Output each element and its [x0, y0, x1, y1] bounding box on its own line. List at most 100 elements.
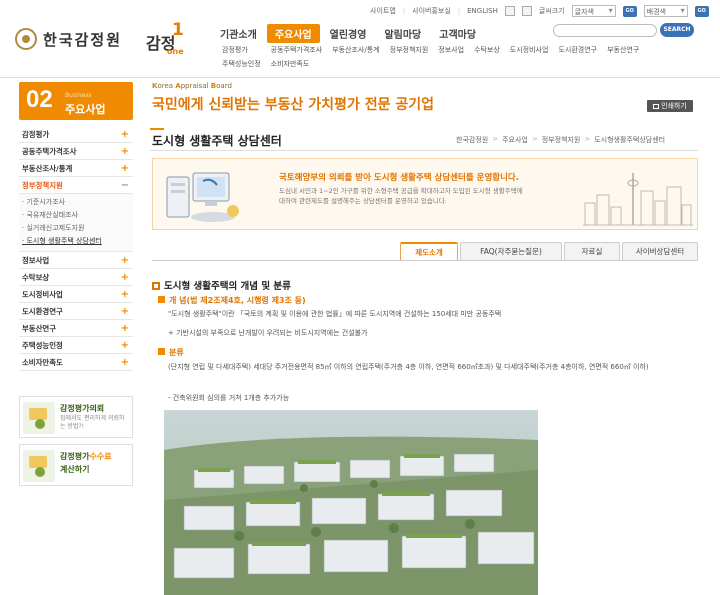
classification-heading-text: 분류	[169, 348, 184, 357]
tab-cyber-counseling[interactable]: 사이버상담센터	[622, 242, 698, 260]
lnb-item-policy-support[interactable]: 정부정책지원 −	[19, 177, 133, 194]
gnb-item-open-management[interactable]: 열린경영	[322, 24, 375, 43]
kab-logo[interactable]: 한국감정원	[15, 28, 122, 50]
lnb-label: 부동산연구	[22, 323, 56, 333]
subnav-item[interactable]: 수탁보상	[474, 45, 500, 69]
subnav-item[interactable]: 부동산연구	[607, 45, 639, 69]
plus-icon: +	[120, 322, 129, 334]
print-label: 인쇄하기	[661, 102, 687, 110]
util-link-cyber-pr[interactable]: 사이버홍보실	[412, 6, 451, 16]
tab-library[interactable]: 자료실	[564, 242, 620, 260]
en-word: orea	[157, 82, 176, 90]
lnb-item-realestate-research[interactable]: 부동산연구 +	[19, 320, 133, 337]
breadcrumb-item[interactable]: 한국감정원	[456, 135, 488, 145]
subnav-item[interactable]: 부동산조사/통계	[332, 45, 379, 69]
site-header: 한국감정원 감정 1 one 사이트맵 | 사이버홍보실 | ENGLISH 글…	[0, 0, 720, 78]
lnb-label: 도시환경연구	[22, 306, 63, 316]
section-header: 02 Business 주요사업	[19, 82, 133, 120]
intro-lead: 국토해양부의 의뢰를 받아 도시형 생활주택 상담센터를 운영합니다.	[279, 173, 519, 183]
square-bullet-icon	[152, 282, 160, 290]
font-decrease-icon[interactable]	[521, 6, 532, 16]
util-link-sitemap[interactable]: 사이트맵	[370, 6, 396, 16]
subnav-item[interactable]: 소비자만족도	[271, 59, 323, 69]
subnav-item[interactable]: 도시환경연구	[558, 45, 597, 69]
gnb-item-business[interactable]: 주요사업	[266, 24, 320, 43]
fee-calculator-banner[interactable]: 감정평가수수료 계산하기	[19, 444, 133, 486]
font-color-select[interactable]: 글자색	[571, 5, 616, 17]
search-input[interactable]	[553, 24, 657, 37]
plus-icon: +	[120, 339, 129, 351]
lnb-label: 정부정책지원	[22, 180, 63, 190]
gnb-item-notice[interactable]: 알림마당	[376, 24, 429, 43]
divider: |	[457, 7, 461, 15]
lnb-sub-item-active[interactable]: · 도시형 생활주택 상담센터	[22, 235, 133, 248]
breadcrumb-item-current: 도시형생활주택상담센터	[594, 136, 666, 144]
font-increase-icon[interactable]	[504, 6, 515, 16]
plus-icon: +	[120, 271, 129, 283]
subnav-item[interactable]: 주택성능인정	[222, 59, 261, 69]
banner-title: 감정평가수수료	[60, 451, 112, 462]
subnav-item[interactable]: 감정평가	[222, 45, 261, 55]
bg-color-go-button[interactable]: GO	[694, 5, 709, 17]
lnb-label: 정보사업	[22, 255, 50, 265]
banner-title-c: 계산하기	[60, 465, 90, 474]
lnb-label: 소비자만족도	[22, 357, 63, 367]
banner-title-a: 감정평가	[60, 452, 90, 461]
subnav-item[interactable]: 정보사업	[438, 45, 464, 69]
content-tabs: 제도소개 FAQ(자주묻는질문) 자료실 사이버상담센터	[400, 242, 700, 260]
search-button[interactable]: SEARCH	[660, 23, 694, 37]
minus-icon: −	[120, 179, 129, 191]
breadcrumb-item[interactable]: 주요사업	[502, 135, 528, 145]
bg-color-select[interactable]: 배경색	[643, 5, 688, 17]
lnb-item-statistics[interactable]: 부동산조사/통계 +	[19, 160, 133, 177]
lnb-sub-label: 도시형 생활주택 상담센터	[26, 237, 102, 245]
section-kr-label: 주요사업	[65, 103, 106, 116]
bullet-icon	[158, 348, 165, 355]
classification-heading: 분류	[158, 347, 184, 358]
subnav-item[interactable]: 도시정비사업	[510, 45, 549, 69]
lnb-item-urban-research[interactable]: 도시환경연구 +	[19, 303, 133, 320]
gamjeong-one-logo[interactable]: 감정 1 one	[146, 20, 190, 56]
plus-icon: +	[120, 288, 129, 300]
subnav-item[interactable]: 정부정책지원	[390, 45, 429, 69]
font-color-go-button[interactable]: GO	[622, 5, 637, 17]
section-heading-text: 도시형 생활주택의 개념 및 분류	[164, 281, 291, 292]
lnb-sub-item[interactable]: · 기준시가조사	[22, 196, 133, 209]
printer-icon	[653, 104, 660, 109]
lnb-item-info-business[interactable]: 정보사업 +	[19, 252, 133, 269]
lnb-sub-label: 기준시가조사	[26, 198, 66, 206]
util-link-english[interactable]: ENGLISH	[467, 7, 498, 15]
classification-note: - 건축위원회 심의를 거쳐 1개층 추가가능	[168, 394, 290, 402]
font-size-label: 글씨크기	[538, 7, 565, 15]
lnb-item-urban-renewal[interactable]: 도시정비사업 +	[19, 286, 133, 303]
section-number: 02	[26, 86, 53, 113]
subnav-col: 감정평가 주택성능인정	[222, 45, 261, 69]
lnb-sub-label: 실거래신고제도지원	[26, 224, 85, 232]
city-skyline-illustration-icon	[583, 173, 693, 226]
gnb-item-customer[interactable]: 고객마당	[431, 24, 484, 43]
plus-icon: +	[120, 356, 129, 368]
tab-system-intro[interactable]: 제도소개	[400, 242, 458, 260]
main-content: Korea Appraisal Board 국민에게 신뢰받는 부동산 가치평가…	[150, 78, 720, 595]
print-button[interactable]: 인쇄하기	[647, 100, 693, 112]
appraisal-request-banner[interactable]: 감정평가의뢰 집에서도 편리하게 의뢰하는 방법?!	[19, 396, 133, 438]
lnb-item-appraisal[interactable]: 감정평가 +	[19, 126, 133, 143]
plus-icon: +	[120, 162, 129, 174]
lnb-item-housing-price[interactable]: 공동주택가격조사 +	[19, 143, 133, 160]
lnb-item-satisfaction[interactable]: 소비자만족도 +	[19, 354, 133, 371]
lnb-sub-item[interactable]: · 국유재산실태조사	[22, 209, 133, 222]
banner-title: 감정평가의뢰	[60, 404, 105, 413]
page-title: 도시형 생활주택 상담센터	[150, 128, 282, 148]
lnb-item-housing-performance[interactable]: 주택성능인정 +	[19, 337, 133, 354]
subnav-item[interactable]: 공동주택가격조사	[271, 45, 323, 55]
lnb-item-compensation[interactable]: 수탁보상 +	[19, 269, 133, 286]
breadcrumb-item[interactable]: 정부정책지원	[542, 135, 581, 145]
lnb-sub-item[interactable]: · 실거래신고제도지원	[22, 222, 133, 235]
logo2-suffix: one	[167, 47, 184, 56]
board-en-name: Korea Appraisal Board	[152, 82, 232, 90]
concept-heading-text: 개 념(법 제2조제4호, 시행령 제3조 등)	[169, 296, 306, 305]
global-nav: 기관소개 주요사업 열린경영 알림마당 고객마당	[212, 24, 486, 43]
gnb-item-about[interactable]: 기관소개	[212, 24, 265, 43]
breadcrumb-sep: >	[492, 135, 499, 143]
tab-faq[interactable]: FAQ(자주묻는질문)	[460, 242, 562, 260]
